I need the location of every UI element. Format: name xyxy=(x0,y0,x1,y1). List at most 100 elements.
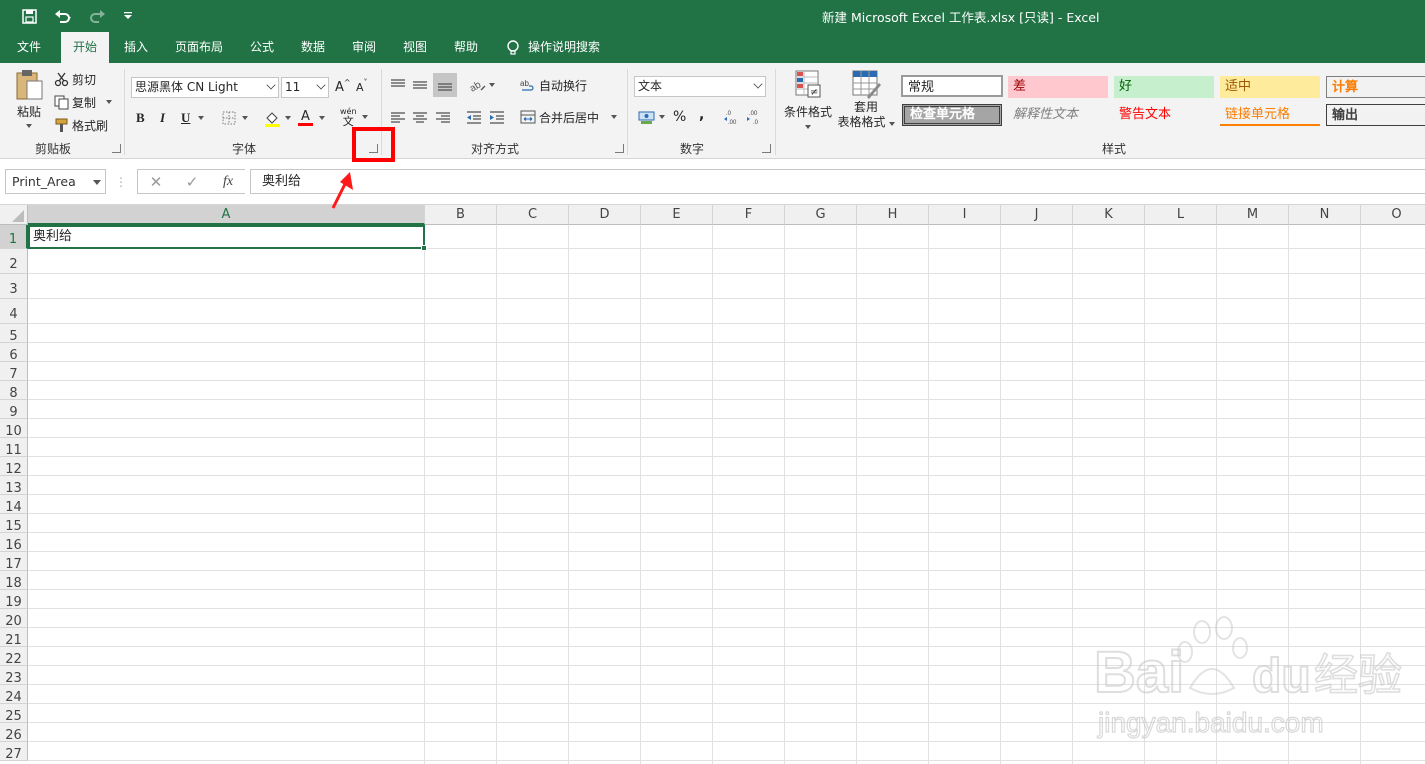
cancel-icon[interactable]: ✕ xyxy=(145,169,167,194)
tab-data[interactable]: 数据 xyxy=(293,32,333,63)
row-header-16[interactable]: 16 xyxy=(0,533,28,553)
row-header-21[interactable]: 21 xyxy=(0,628,28,648)
column-header-e[interactable]: E xyxy=(641,205,713,225)
style-warning[interactable]: 警告文本 xyxy=(1114,104,1214,126)
row-header-10[interactable]: 10 xyxy=(0,419,28,439)
redo-button[interactable] xyxy=(84,6,112,26)
row-header-23[interactable]: 23 xyxy=(0,666,28,686)
column-header-c[interactable]: C xyxy=(497,205,569,225)
row-header-24[interactable]: 24 xyxy=(0,685,28,705)
row-header-5[interactable]: 5 xyxy=(0,324,28,344)
name-box[interactable]: Print_Area xyxy=(5,169,106,194)
align-center-button[interactable] xyxy=(412,107,432,127)
copy-button[interactable]: 复制 xyxy=(54,92,113,112)
conditional-formatting-button[interactable]: ≠ 条件格式 xyxy=(782,69,834,135)
style-check-cell[interactable]: 检查单元格 xyxy=(902,104,1002,126)
row-header-25[interactable]: 25 xyxy=(0,704,28,724)
grow-font-button[interactable]: A ^ xyxy=(335,77,351,98)
decrease-indent-button[interactable] xyxy=(466,107,486,127)
style-bad[interactable]: 差 xyxy=(1008,76,1108,98)
accounting-format-button[interactable] xyxy=(638,107,665,127)
format-painter-button[interactable]: 格式刷 xyxy=(54,115,108,135)
tab-page-layout[interactable]: 页面布局 xyxy=(168,32,230,63)
increase-indent-button[interactable] xyxy=(489,107,509,127)
save-button[interactable] xyxy=(18,6,40,26)
row-header-13[interactable]: 13 xyxy=(0,476,28,496)
formula-input[interactable]: 奥利给 xyxy=(250,169,1425,194)
row-header-2[interactable]: 2 xyxy=(0,249,28,274)
style-explanatory[interactable]: 解释性文本 xyxy=(1008,104,1108,126)
tab-home[interactable]: 开始 xyxy=(61,32,109,64)
tab-formulas[interactable]: 公式 xyxy=(242,32,282,63)
row-header-17[interactable]: 17 xyxy=(0,552,28,572)
row-header-22[interactable]: 22 xyxy=(0,647,28,667)
style-normal[interactable]: 常规 xyxy=(901,75,1003,97)
alignment-dialog-launcher[interactable] xyxy=(615,144,624,153)
tab-insert[interactable]: 插入 xyxy=(116,32,156,63)
decrease-decimal-button[interactable]: .00 .0 xyxy=(745,107,765,127)
row-header-26[interactable]: 26 xyxy=(0,723,28,743)
shrink-font-button[interactable]: A ˅ xyxy=(356,77,368,98)
style-output[interactable]: 输出 xyxy=(1326,104,1425,126)
row-header-7[interactable]: 7 xyxy=(0,362,28,382)
column-header-a[interactable]: A xyxy=(28,205,425,225)
column-header-h[interactable]: H xyxy=(857,205,929,225)
increase-decimal-button[interactable]: .0 .00 xyxy=(723,107,741,127)
column-header-d[interactable]: D xyxy=(569,205,641,225)
row-header-27[interactable]: 27 xyxy=(0,742,28,762)
row-header-19[interactable]: 19 xyxy=(0,590,28,610)
column-header-n[interactable]: N xyxy=(1289,205,1361,225)
align-left-button[interactable] xyxy=(390,107,410,127)
column-header-k[interactable]: K xyxy=(1073,205,1145,225)
comma-button[interactable]: , xyxy=(699,105,704,125)
row-header-20[interactable]: 20 xyxy=(0,609,28,629)
format-as-table-button[interactable]: 套用 表格格式 xyxy=(836,69,896,137)
clipboard-dialog-launcher[interactable] xyxy=(112,144,121,153)
tab-view[interactable]: 视图 xyxy=(395,32,435,63)
paste-button[interactable]: 粘贴 xyxy=(10,69,48,135)
column-header-f[interactable]: F xyxy=(713,205,785,225)
merge-center-button[interactable]: 合并后居中 xyxy=(520,107,618,127)
column-header-l[interactable]: L xyxy=(1145,205,1217,225)
align-right-button[interactable] xyxy=(435,107,455,127)
tab-file[interactable]: 文件 xyxy=(8,32,50,63)
wrap-text-button[interactable]: ab 自动换行 xyxy=(520,75,587,95)
row-header-3[interactable]: 3 xyxy=(0,274,28,299)
bold-button[interactable]: B xyxy=(136,108,145,128)
borders-button[interactable] xyxy=(222,108,248,128)
align-top-button[interactable] xyxy=(390,75,410,95)
tab-help[interactable]: 帮助 xyxy=(446,32,486,63)
select-all-corner[interactable] xyxy=(0,205,28,225)
italic-button[interactable]: I xyxy=(160,108,165,128)
font-color-button[interactable]: A xyxy=(298,108,325,128)
tell-me-search[interactable]: 操作说明搜索 xyxy=(528,32,610,63)
customize-qat-button[interactable] xyxy=(118,6,138,26)
column-header-b[interactable]: B xyxy=(425,205,497,225)
column-header-o[interactable]: O xyxy=(1361,205,1425,225)
row-header-1[interactable]: 1 xyxy=(0,225,28,249)
style-good[interactable]: 好 xyxy=(1114,76,1214,98)
number-dialog-launcher[interactable] xyxy=(762,144,771,153)
font-size-select[interactable]: 11 xyxy=(281,77,329,98)
underline-button[interactable]: U xyxy=(181,108,205,128)
row-header-15[interactable]: 15 xyxy=(0,514,28,534)
cell-a1[interactable]: 奥利给 xyxy=(28,225,425,249)
align-middle-button[interactable] xyxy=(412,75,432,95)
style-neutral[interactable]: 适中 xyxy=(1220,76,1320,98)
enter-icon[interactable]: ✓ xyxy=(181,169,203,194)
number-format-select[interactable]: 文本 xyxy=(634,76,766,97)
column-header-m[interactable]: M xyxy=(1217,205,1289,225)
font-name-select[interactable]: 思源黑体 CN Light xyxy=(131,77,279,98)
orientation-button[interactable]: ab xyxy=(468,75,495,95)
insert-function-button[interactable]: fx xyxy=(217,169,239,194)
style-calculation[interactable]: 计算 xyxy=(1326,76,1425,98)
row-header-14[interactable]: 14 xyxy=(0,495,28,515)
column-header-j[interactable]: J xyxy=(1001,205,1073,225)
row-header-8[interactable]: 8 xyxy=(0,381,28,401)
percent-button[interactable]: % xyxy=(673,107,686,127)
column-header-i[interactable]: I xyxy=(929,205,1001,225)
cut-button[interactable]: 剪切 xyxy=(54,69,96,89)
row-header-18[interactable]: 18 xyxy=(0,571,28,591)
row-header-12[interactable]: 12 xyxy=(0,457,28,477)
row-header-11[interactable]: 11 xyxy=(0,438,28,458)
